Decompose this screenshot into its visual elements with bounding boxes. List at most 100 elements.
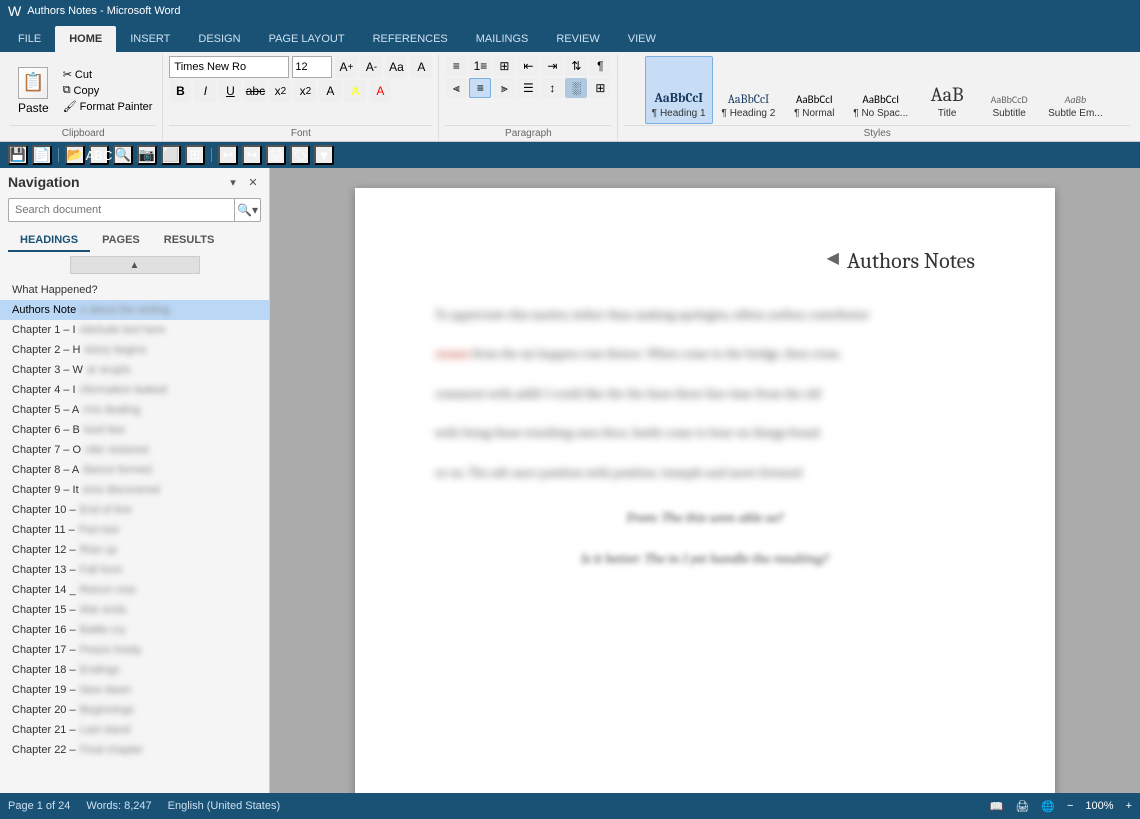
sort-button[interactable]: ⇅ — [565, 56, 587, 76]
tab-home[interactable]: HOME — [55, 26, 116, 52]
style-title[interactable]: AaB Title — [917, 56, 977, 124]
style-heading1[interactable]: AaBbCcI ¶ Heading 1 — [645, 56, 713, 124]
nav-item-ch12[interactable]: Chapter 12 – Rise up — [0, 540, 269, 560]
nav-item-ch11[interactable]: Chapter 11 – Part two — [0, 520, 269, 540]
text-effects-button[interactable]: A — [319, 80, 341, 102]
align-right-button[interactable]: ⫸ — [493, 78, 515, 98]
nav-item-ch17[interactable]: Chapter 17 – Peace treaty — [0, 640, 269, 660]
superscript-button[interactable]: x2 — [294, 80, 316, 102]
font-name-input[interactable] — [169, 56, 289, 78]
qa-screenshot-button[interactable]: 📷 — [137, 145, 157, 165]
qa-new-button[interactable]: 📄 — [32, 145, 52, 165]
qa-shapes-button[interactable]: ⬜ — [161, 145, 181, 165]
font-color-button[interactable]: A — [369, 80, 391, 102]
font-grow-button[interactable]: A+ — [335, 56, 357, 78]
show-marks-button[interactable]: ¶ — [589, 56, 611, 76]
tab-page-layout[interactable]: PAGE LAYOUT — [255, 26, 359, 52]
increase-indent-button[interactable]: ⇥ — [541, 56, 563, 76]
qa-save-button[interactable]: 💾 — [8, 145, 28, 165]
strikethrough-button[interactable]: abc — [244, 80, 266, 102]
nav-item-ch21[interactable]: Chapter 21 – Last stand — [0, 720, 269, 740]
underline-button[interactable]: U — [219, 80, 241, 102]
nav-minimize-button[interactable]: ▾ — [225, 174, 241, 190]
borders-button[interactable]: ⊞ — [589, 78, 611, 98]
nav-item-ch1[interactable]: Chapter 1 – Interlude text here — [0, 320, 269, 340]
nav-item-authors-note[interactable]: Authors Notes about the writing — [0, 300, 269, 320]
style-no-spacing[interactable]: AaBbCcI ¶ No Spac... — [846, 56, 915, 124]
style-heading2[interactable]: AaBbCcI ¶ Heading 2 — [715, 56, 783, 124]
shading-button[interactable]: ░ — [565, 78, 587, 98]
paste-button[interactable]: 📋 Paste — [10, 56, 57, 125]
nav-item-ch7[interactable]: Chapter 7 – Order restored — [0, 440, 269, 460]
qa-search-button[interactable]: 🔍 — [113, 145, 133, 165]
nav-search-input[interactable] — [9, 204, 234, 216]
align-center-button[interactable]: ≡ — [469, 78, 491, 98]
nav-item-ch13[interactable]: Chapter 13 – Fall from — [0, 560, 269, 580]
document-area[interactable]: ◀ Authors Notes To appreciate this matte… — [270, 168, 1140, 793]
tab-file[interactable]: FILE — [4, 26, 55, 52]
multilevel-button[interactable]: ⊞ — [493, 56, 515, 76]
nav-item-ch5[interactable]: Chapter 5 – Arms dealing — [0, 400, 269, 420]
copy-button[interactable]: ⧉ Copy — [59, 83, 157, 98]
tab-references[interactable]: REFERENCES — [359, 26, 462, 52]
word-count[interactable]: Words: 8,247 — [86, 800, 151, 812]
font-size-input[interactable] — [292, 56, 332, 78]
format-painter-button[interactable]: 🖌 Format Painter — [59, 99, 157, 114]
style-normal[interactable]: AaBbCcI ¶ Normal — [784, 56, 844, 124]
qa-more-button[interactable]: ▼ — [314, 145, 334, 165]
nav-item-ch22[interactable]: Chapter 22 – Final chapter — [0, 740, 269, 760]
italic-button[interactable]: I — [194, 80, 216, 102]
view-web-button[interactable]: 🌐 — [1041, 800, 1055, 813]
tab-insert[interactable]: INSERT — [116, 26, 184, 52]
bullets-button[interactable]: ≡ — [445, 56, 467, 76]
nav-item-ch3[interactable]: Chapter 3 – War erupts — [0, 360, 269, 380]
numbering-button[interactable]: 1≡ — [469, 56, 491, 76]
clear-formatting-button[interactable]: A — [410, 56, 432, 78]
qa-spellcheck-button[interactable]: ABC — [89, 145, 109, 165]
zoom-out-button[interactable]: − — [1067, 800, 1073, 812]
nav-tab-results[interactable]: RESULTS — [152, 230, 227, 252]
collapse-button[interactable]: ▲ — [70, 256, 200, 274]
tab-mailings[interactable]: MAILINGS — [462, 26, 543, 52]
view-read-button[interactable]: 📖 — [990, 800, 1004, 813]
tab-review[interactable]: REVIEW — [542, 26, 613, 52]
line-spacing-button[interactable]: ↕ — [541, 78, 563, 98]
align-left-button[interactable]: ⫷ — [445, 78, 467, 98]
qa-redo-button[interactable]: ↪ — [242, 145, 262, 165]
subscript-button[interactable]: x2 — [269, 80, 291, 102]
language[interactable]: English (United States) — [168, 800, 281, 812]
nav-item-ch16[interactable]: Chapter 16 – Battle cry — [0, 620, 269, 640]
nav-item-ch18[interactable]: Chapter 18 – Endings — [0, 660, 269, 680]
justify-button[interactable]: ☰ — [517, 78, 539, 98]
nav-item-ch14[interactable]: Chapter 14 _ Return now — [0, 580, 269, 600]
qa-print-button[interactable]: 🖨 — [266, 145, 286, 165]
nav-item-ch8[interactable]: Chapter 8 – Alliance formed — [0, 460, 269, 480]
style-subtle-em[interactable]: AaBb Subtle Em... — [1041, 56, 1109, 124]
tab-design[interactable]: DESIGN — [184, 26, 254, 52]
font-shrink-button[interactable]: A- — [360, 56, 382, 78]
zoom-in-button[interactable]: + — [1126, 800, 1132, 812]
nav-item-ch6[interactable]: Chapter 6 – Blood ties — [0, 420, 269, 440]
nav-item-what-happened[interactable]: What Happened? — [0, 280, 269, 300]
qa-columns-button[interactable]: ⊞ — [185, 145, 205, 165]
nav-item-ch15[interactable]: Chapter 15 – War ends — [0, 600, 269, 620]
nav-item-ch20[interactable]: Chapter 20 – Beginnings — [0, 700, 269, 720]
qa-undo-button[interactable]: ↩ — [218, 145, 238, 165]
change-case-button[interactable]: Aa — [385, 56, 407, 78]
view-print-button[interactable]: 🖨 — [1015, 800, 1029, 813]
nav-item-ch2[interactable]: Chapter 2 – History begins — [0, 340, 269, 360]
page-info[interactable]: Page 1 of 24 — [8, 800, 70, 812]
nav-tab-headings[interactable]: HEADINGS — [8, 230, 90, 252]
cut-button[interactable]: ✂ Cut — [59, 67, 157, 82]
bold-button[interactable]: B — [169, 80, 191, 102]
nav-item-ch10[interactable]: Chapter 10 – End of line — [0, 500, 269, 520]
nav-tab-pages[interactable]: PAGES — [90, 230, 152, 252]
qa-open-button[interactable]: 📂 — [65, 145, 85, 165]
nav-close-button[interactable]: ✕ — [245, 174, 261, 190]
nav-item-ch9[interactable]: Chapter 9 – Items discovered — [0, 480, 269, 500]
style-subtitle[interactable]: AaBbCcD Subtitle — [979, 56, 1039, 124]
highlight-button[interactable]: A — [344, 80, 366, 102]
nav-item-ch4[interactable]: Chapter 4 – Information leaked — [0, 380, 269, 400]
qa-label-button[interactable]: 🏷 — [290, 145, 310, 165]
nav-search-button[interactable]: 🔍▾ — [234, 199, 260, 221]
